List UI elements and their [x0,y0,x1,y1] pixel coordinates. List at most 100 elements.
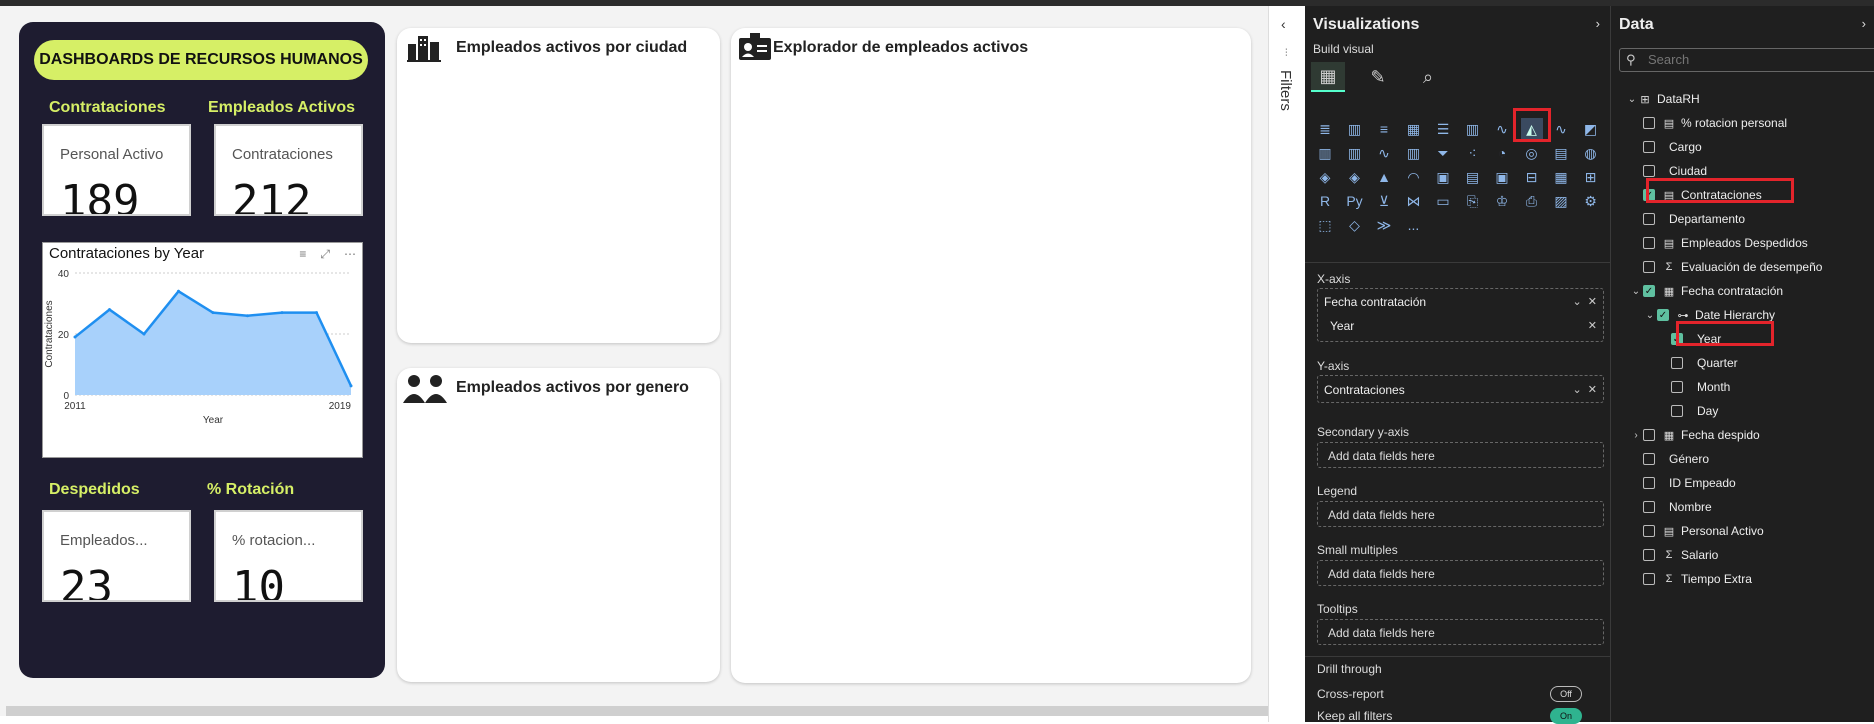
field-checkbox[interactable]: ✓ [1657,309,1669,321]
gender-card[interactable] [397,368,720,682]
visual-type-icon[interactable]: ⚙ [1580,190,1602,212]
search-input[interactable] [1648,52,1868,67]
build-visual-tab[interactable]: ▦ [1311,62,1345,92]
kpi-card-despedidos[interactable]: Empleados... 23 [42,510,191,602]
stacked-area-chart-icon[interactable]: ∿ [1550,118,1572,140]
field-checkbox[interactable] [1643,549,1655,561]
visual-type-icon[interactable]: ⬚ [1314,214,1336,236]
ribbon-chart-icon[interactable]: ◩ [1580,118,1602,140]
cross-report-toggle[interactable]: Off [1550,686,1582,702]
visual-type-icon[interactable]: ⊞ [1580,166,1602,188]
stacked-column-chart-icon[interactable]: ▥ [1344,118,1366,140]
visual-type-icon[interactable]: ⎙ [1521,190,1543,212]
100-column-chart-icon[interactable]: ▥ [1462,118,1484,140]
field-item[interactable]: › ▦ Fecha despido [1629,426,1759,444]
xaxis-subfield[interactable]: Year [1330,319,1354,333]
field-item[interactable]: Σ Evaluación de desempeño [1629,258,1822,276]
kpi-card-rotacion[interactable]: % rotacion... 10 [214,510,363,602]
secondary-axis-well[interactable]: Add data fields here [1317,442,1604,468]
visual-type-icon[interactable]: ≫ [1373,214,1395,236]
field-item[interactable]: Departamento [1629,210,1745,228]
remove-icon[interactable]: ✕ [1588,319,1597,332]
visual-type-icon[interactable]: ⎘ [1462,190,1484,212]
visual-type-icon[interactable]: ⊻ [1373,190,1395,212]
clustered-column-chart-icon[interactable]: ▦ [1403,118,1425,140]
visual-type-icon[interactable]: ▭ [1432,190,1454,212]
visual-type-icon[interactable]: ◇ [1344,214,1366,236]
field-checkbox[interactable] [1643,237,1655,249]
field-checkbox[interactable] [1643,453,1655,465]
canvas-scrollbar[interactable] [6,706,1268,716]
python-visual-icon[interactable]: Py [1344,190,1366,212]
chevron-right-icon[interactable]: › [1862,16,1866,31]
city-card[interactable] [397,28,720,343]
visual-type-icon[interactable]: ⊟ [1521,166,1543,188]
chevron-right-icon[interactable]: › [1596,16,1600,31]
field-item[interactable]: Σ Salario [1629,546,1718,564]
kpi-card-personal-activo[interactable]: Personal Activo 189 [42,124,191,216]
field-checkbox[interactable] [1671,405,1683,417]
100-bar-chart-icon[interactable]: ☰ [1432,118,1454,140]
xaxis-field-controls[interactable]: ⌄ ✕ [1572,295,1597,308]
visual-type-icon[interactable]: ▨ [1550,190,1572,212]
chevron-down-icon[interactable]: ⌄ [1625,94,1639,105]
field-item[interactable]: Quarter [1657,354,1738,372]
field-item[interactable]: Month [1657,378,1730,396]
field-item[interactable]: ⌄ ✓ ▦ Fecha contratación [1629,282,1783,300]
field-item[interactable]: Day [1657,402,1718,420]
r-visual-icon[interactable]: R [1314,190,1336,212]
field-item[interactable]: ▤ % rotacion personal [1629,114,1787,132]
tooltips-well[interactable]: Add data fields here [1317,619,1604,645]
field-checkbox[interactable] [1643,501,1655,513]
visual-type-icon[interactable]: ∿ [1373,142,1395,164]
more-visuals-icon[interactable]: ... [1403,214,1425,236]
visual-type-icon[interactable]: ◈ [1344,166,1366,188]
field-checkbox[interactable] [1643,213,1655,225]
visual-type-icon[interactable]: ▤ [1462,166,1484,188]
legend-well[interactable]: Add data fields here [1317,501,1604,527]
visual-type-icon[interactable]: ⁖ [1462,142,1484,164]
stacked-bar-chart-icon[interactable]: ≣ [1314,118,1336,140]
field-checkbox[interactable] [1671,381,1683,393]
small-multiples-well[interactable]: Add data fields here [1317,560,1604,586]
field-item[interactable]: ▤ Empleados Despedidos [1629,234,1808,252]
field-item[interactable]: ▤ Personal Activo [1629,522,1764,540]
filters-label[interactable]: Filters [1277,70,1294,111]
table-datarh[interactable]: ⌄ ⊞ DataRH [1625,90,1700,108]
visual-type-icon[interactable]: ▥ [1344,142,1366,164]
yaxis-well[interactable]: Contrataciones ⌄ ✕ [1317,375,1604,403]
field-checkbox[interactable] [1643,261,1655,273]
field-checkbox[interactable] [1643,525,1655,537]
analytics-tab[interactable]: ⌕ [1411,62,1445,92]
visual-type-icon[interactable]: ⋈ [1403,190,1425,212]
field-checkbox[interactable] [1643,477,1655,489]
yaxis-field-controls[interactable]: ⌄ ✕ [1572,383,1597,396]
xaxis-well[interactable]: Fecha contratación ⌄ ✕ Year ✕ [1317,288,1604,342]
field-checkbox[interactable] [1643,117,1655,129]
field-item[interactable]: ID Empeado [1629,474,1736,492]
clustered-bar-chart-icon[interactable]: ≡ [1373,118,1395,140]
visual-type-icon[interactable]: ◔ [1491,142,1513,164]
visual-type-icon[interactable]: ▣ [1491,166,1513,188]
chevron-down-icon[interactable]: ⌄ [1643,310,1657,321]
search-box[interactable]: ⚲ [1619,48,1874,72]
field-checkbox[interactable] [1671,357,1683,369]
field-item[interactable]: Σ Tiempo Extra [1629,570,1752,588]
visual-type-icon[interactable]: ▥ [1403,142,1425,164]
chevron-right-icon[interactable]: › [1629,430,1643,441]
visual-type-icon[interactable]: ◈ [1314,166,1336,188]
filter-toggle-icon[interactable]: ⫶ [1285,48,1288,59]
visual-type-icon[interactable]: ▲ [1373,166,1395,188]
format-visual-tab[interactable]: ✎ [1361,62,1395,92]
line-chart-icon[interactable]: ∿ [1491,118,1513,140]
field-item[interactable]: Nombre [1629,498,1712,516]
chevron-down-icon[interactable]: ⌄ [1629,286,1643,297]
filters-pane[interactable]: ‹ ⫶ Filters [1268,6,1305,722]
visual-type-icon[interactable]: ▥ [1314,142,1336,164]
field-item[interactable]: Cargo [1629,138,1702,156]
chevron-left-icon[interactable]: ‹ [1281,16,1286,32]
xaxis-field[interactable]: Fecha contratación [1324,295,1426,309]
yaxis-field[interactable]: Contrataciones [1324,383,1405,397]
visual-type-icon[interactable]: ◎ [1521,142,1543,164]
explorer-card[interactable] [731,28,1251,683]
